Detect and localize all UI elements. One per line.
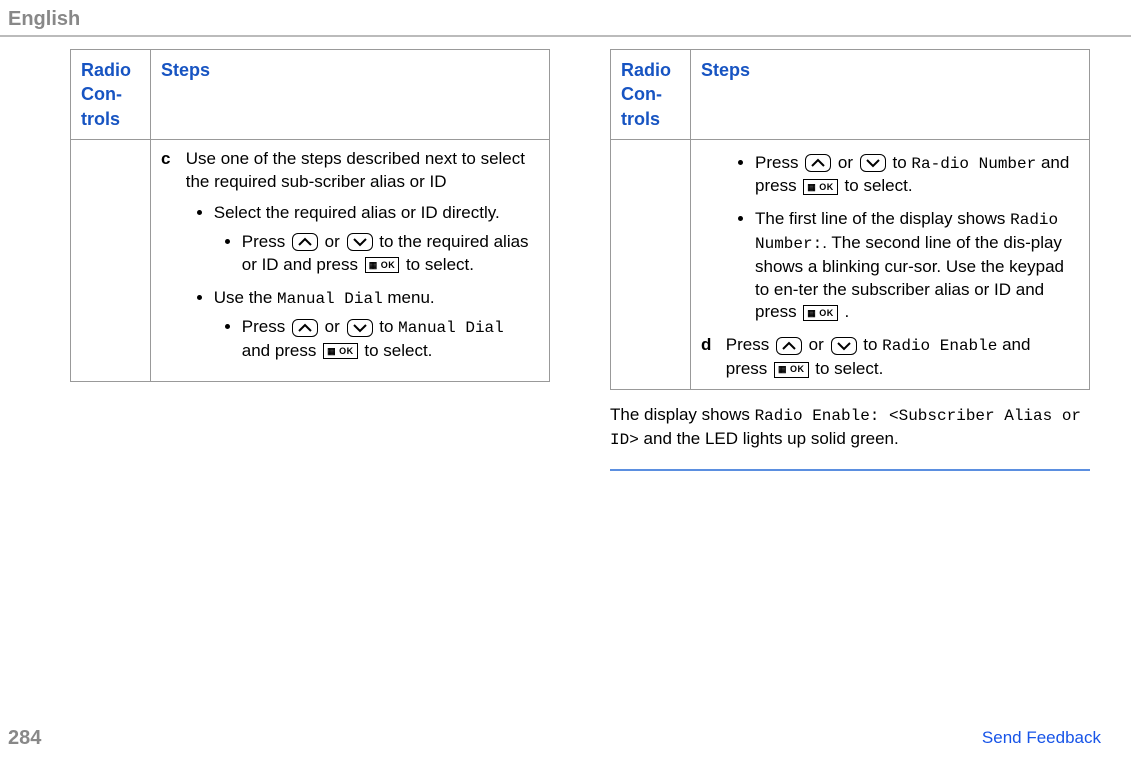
col-header-steps: Steps bbox=[151, 50, 550, 140]
step-c-intro: Use one of the steps described next to s… bbox=[186, 149, 525, 191]
col-header-steps: Steps bbox=[691, 50, 1090, 140]
step-d-body: Press or to Radio Enable and press ▦ OK … bbox=[726, 334, 1074, 381]
sub-list: Press or to Manual Dial and press ▦ OK t… bbox=[214, 316, 534, 363]
text-fragment: The first line of the display shows bbox=[755, 209, 1010, 228]
list-item: Press or to Ra-dio Number and press ▦ OK… bbox=[755, 152, 1079, 199]
content-area: Radio Con-trols Steps c Use one of the s… bbox=[0, 49, 1131, 471]
step-letter-c: c bbox=[161, 148, 181, 171]
ok-button-icon: ▦ OK bbox=[803, 179, 838, 195]
mono-text: Radio Enable bbox=[882, 337, 997, 355]
text-fragment: to select. bbox=[815, 359, 883, 378]
text-fragment: Press bbox=[242, 232, 290, 251]
text-fragment: to select. bbox=[364, 341, 432, 360]
table-row: c Use one of the steps described next to… bbox=[71, 139, 550, 381]
left-table: Radio Con-trols Steps c Use one of the s… bbox=[70, 49, 550, 382]
down-arrow-icon bbox=[347, 319, 373, 337]
text-fragment: The display shows bbox=[610, 405, 755, 424]
text-fragment: Press bbox=[242, 317, 290, 336]
mono-text: Ra-dio Number bbox=[911, 155, 1036, 173]
text-fragment: or bbox=[809, 335, 829, 354]
text-fragment: to select. bbox=[406, 255, 474, 274]
steps-cell: Press or to Ra-dio Number and press ▦ OK… bbox=[691, 139, 1090, 389]
down-arrow-icon bbox=[860, 154, 886, 172]
table-header-row: Radio Con-trols Steps bbox=[71, 50, 550, 140]
right-column: Radio Con-trols Steps Press or to R bbox=[610, 49, 1090, 471]
mono-text: Manual Dial bbox=[277, 290, 383, 308]
left-column: Radio Con-trols Steps c Use one of the s… bbox=[70, 49, 550, 471]
up-arrow-icon bbox=[292, 319, 318, 337]
text-fragment: to select. bbox=[845, 176, 913, 195]
text-fragment: or bbox=[325, 232, 345, 251]
header-rule bbox=[0, 35, 1131, 37]
section-divider bbox=[610, 469, 1090, 471]
text-fragment: and the LED lights up solid green. bbox=[639, 429, 899, 448]
list-item: The first line of the display shows Radi… bbox=[755, 208, 1079, 324]
sub-list: Press or to the required alias or ID and… bbox=[214, 231, 534, 277]
text-fragment: or bbox=[838, 153, 858, 172]
step-d: d Press or to Radio Enable and press ▦ O… bbox=[701, 334, 1079, 381]
ok-button-icon: ▦ OK bbox=[323, 343, 358, 359]
step-c-continued: Press or to Ra-dio Number and press ▦ OK… bbox=[701, 152, 1079, 325]
step-c: c Use one of the steps described next to… bbox=[161, 148, 539, 373]
up-arrow-icon bbox=[776, 337, 802, 355]
text-fragment: Press bbox=[726, 335, 774, 354]
table-row: Press or to Ra-dio Number and press ▦ OK… bbox=[611, 139, 1090, 389]
sub-list: Press or to Ra-dio Number and press ▦ OK… bbox=[727, 152, 1079, 325]
list-item: Use the Manual Dial menu. Press or to Ma… bbox=[214, 287, 534, 363]
steps-cell: c Use one of the steps described next to… bbox=[151, 139, 550, 381]
controls-cell-empty bbox=[611, 139, 691, 389]
table-header-row: Radio Con-trols Steps bbox=[611, 50, 1090, 140]
list-item: Press or to the required alias or ID and… bbox=[242, 231, 534, 277]
text-fragment: Use the bbox=[214, 288, 277, 307]
down-arrow-icon bbox=[347, 233, 373, 251]
step-letter-d: d bbox=[701, 334, 721, 357]
ok-button-icon: ▦ OK bbox=[774, 362, 809, 378]
col-header-controls: Radio Con-trols bbox=[611, 50, 691, 140]
result-paragraph: The display shows Radio Enable: <Subscri… bbox=[610, 404, 1090, 451]
right-table: Radio Con-trols Steps Press or to R bbox=[610, 49, 1090, 390]
send-feedback-link[interactable]: Send Feedback bbox=[982, 727, 1101, 750]
page-header-language: English bbox=[0, 0, 1131, 35]
text-fragment: Press bbox=[755, 153, 803, 172]
mono-text: Manual Dial bbox=[398, 319, 504, 337]
footer: 284 Send Feedback bbox=[0, 725, 1131, 752]
text-fragment: to bbox=[863, 335, 882, 354]
ok-button-icon: ▦ OK bbox=[803, 305, 838, 321]
down-arrow-icon bbox=[831, 337, 857, 355]
list-item: Press or to Manual Dial and press ▦ OK t… bbox=[242, 316, 534, 363]
text-fragment: to bbox=[379, 317, 398, 336]
up-arrow-icon bbox=[805, 154, 831, 172]
text-fragment: . bbox=[845, 302, 850, 321]
step-c-list: Select the required alias or ID directly… bbox=[186, 202, 534, 363]
step-c-body: Use one of the steps described next to s… bbox=[186, 148, 534, 373]
text-fragment: and press bbox=[242, 341, 321, 360]
text-fragment: menu. bbox=[383, 288, 435, 307]
up-arrow-icon bbox=[292, 233, 318, 251]
list-item: Select the required alias or ID directly… bbox=[214, 202, 534, 277]
text-fragment: to bbox=[893, 153, 912, 172]
bullet-text: Select the required alias or ID directly… bbox=[214, 203, 500, 222]
controls-cell-empty bbox=[71, 139, 151, 381]
text-fragment: or bbox=[325, 317, 345, 336]
col-header-controls: Radio Con-trols bbox=[71, 50, 151, 140]
ok-button-icon: ▦ OK bbox=[365, 257, 400, 273]
page-number: 284 bbox=[8, 725, 41, 752]
